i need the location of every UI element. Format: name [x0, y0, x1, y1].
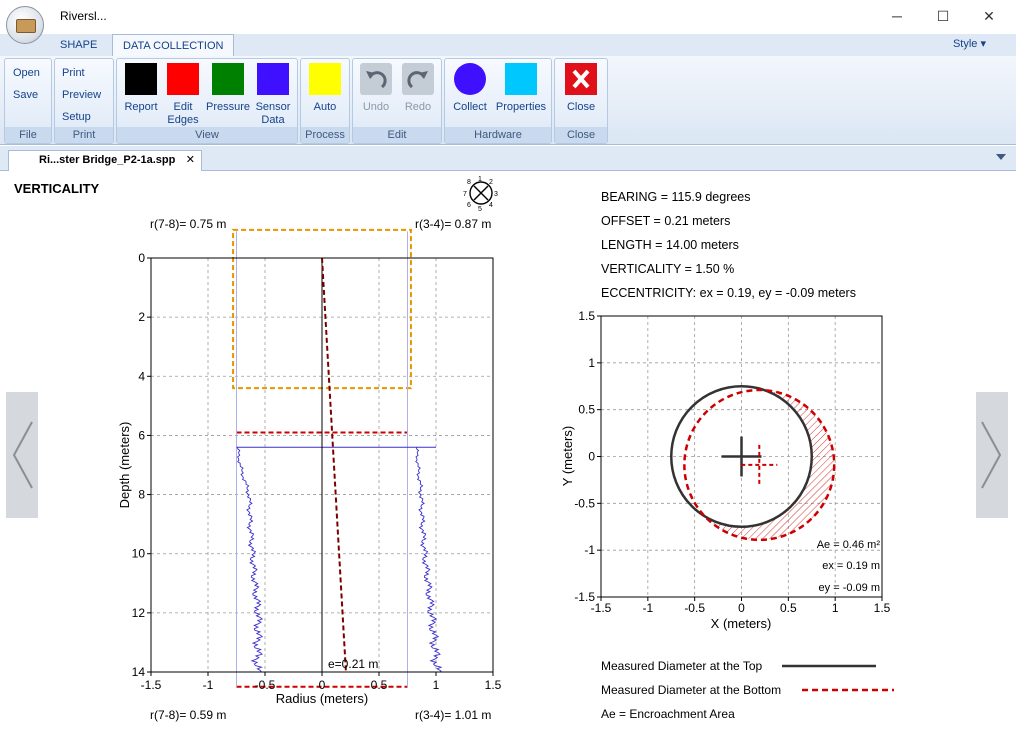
next-page-button[interactable]	[976, 392, 1008, 518]
ribbon: Open Save File Print Preview Setup Print…	[0, 56, 1016, 145]
redo-label: Redo	[404, 101, 432, 113]
properties-label: Properties	[495, 101, 547, 113]
preview-button[interactable]: Preview	[62, 89, 101, 101]
content-area	[0, 172, 1016, 730]
minimize-button[interactable]: ─	[874, 0, 920, 32]
group-hardware: Collect Properties Hardware	[444, 58, 552, 144]
group-close: Close Close	[554, 58, 608, 144]
maximize-button[interactable]: ☐	[920, 0, 966, 32]
sensor-data-label: Sensor Data	[255, 101, 291, 126]
collect-label: Collect	[453, 101, 487, 113]
group-print: Print Preview Setup Print	[54, 58, 114, 144]
close-button[interactable]: Close	[561, 63, 601, 114]
undo-icon	[360, 63, 392, 95]
auto-button[interactable]: Auto	[305, 63, 345, 114]
sensor-data-button[interactable]: Sensor Data	[253, 63, 293, 127]
report-label: Report	[124, 101, 158, 113]
tab-list-chevron-down-icon[interactable]	[996, 154, 1006, 162]
redo-icon	[402, 63, 434, 95]
properties-button[interactable]: Properties	[493, 63, 549, 114]
save-button[interactable]: Save	[13, 89, 38, 101]
application-menu-button[interactable]	[6, 6, 44, 44]
group-process-label: Process	[301, 127, 349, 143]
document-tab-label: Ri...ster Bridge_P2-1a.spp	[39, 154, 176, 166]
group-hardware-label: Hardware	[445, 127, 551, 143]
window-title: Riversl...	[60, 9, 107, 23]
auto-label: Auto	[313, 101, 337, 113]
edit-edges-label: Edit Edges	[167, 101, 199, 126]
tab-data-collection[interactable]: DATA COLLECTION	[112, 34, 235, 56]
group-process: Auto Process	[300, 58, 350, 144]
group-file: Open Save File	[4, 58, 52, 144]
sensor-data-swatch-icon	[257, 63, 289, 95]
report-button[interactable]: Report	[121, 63, 161, 114]
close-window-button[interactable]: ✕	[966, 0, 1012, 32]
app-logo-icon	[16, 19, 36, 33]
auto-swatch-icon	[309, 63, 341, 95]
redo-button[interactable]: Redo	[399, 63, 437, 114]
group-view-label: View	[117, 127, 297, 143]
report-swatch-icon	[125, 63, 157, 95]
ribbon-tabs: SHAPE DATA COLLECTION Style ▾	[0, 34, 1016, 56]
collect-icon	[454, 63, 486, 95]
title-bar: Riversl... ─ ☐ ✕	[0, 0, 1016, 44]
undo-label: Undo	[362, 101, 390, 113]
group-file-label: File	[5, 127, 51, 143]
edit-edges-swatch-icon	[167, 63, 199, 95]
document-tabs: Ri...ster Bridge_P2-1a.spp ✕	[0, 146, 1016, 171]
chevron-left-icon	[12, 421, 33, 489]
previous-page-button[interactable]	[6, 392, 38, 518]
group-close-label: Close	[555, 127, 607, 143]
document-tab[interactable]: Ri...ster Bridge_P2-1a.spp ✕	[8, 150, 202, 171]
collect-button[interactable]: Collect	[449, 63, 491, 114]
group-edit: Undo Redo Edit	[352, 58, 442, 144]
print-button[interactable]: Print	[62, 67, 85, 79]
undo-button[interactable]: Undo	[357, 63, 395, 114]
properties-icon	[505, 63, 537, 95]
pressure-swatch-icon	[212, 63, 244, 95]
group-view: Report Edit Edges Pressure Sensor Data V…	[116, 58, 298, 144]
open-button[interactable]: Open	[13, 67, 40, 79]
pressure-label: Pressure	[205, 101, 251, 113]
edit-edges-button[interactable]: Edit Edges	[163, 63, 203, 127]
group-edit-label: Edit	[353, 127, 441, 143]
close-label: Close	[566, 101, 596, 113]
setup-button[interactable]: Setup	[62, 111, 91, 123]
group-print-label: Print	[55, 127, 113, 143]
close-x-icon	[565, 63, 597, 95]
chevron-right-icon	[981, 421, 1002, 489]
style-menu[interactable]: Style ▾	[953, 34, 986, 54]
document-tab-close-icon[interactable]: ✕	[186, 151, 195, 169]
pressure-button[interactable]: Pressure	[205, 63, 251, 114]
tab-shape[interactable]: SHAPE	[50, 34, 107, 56]
